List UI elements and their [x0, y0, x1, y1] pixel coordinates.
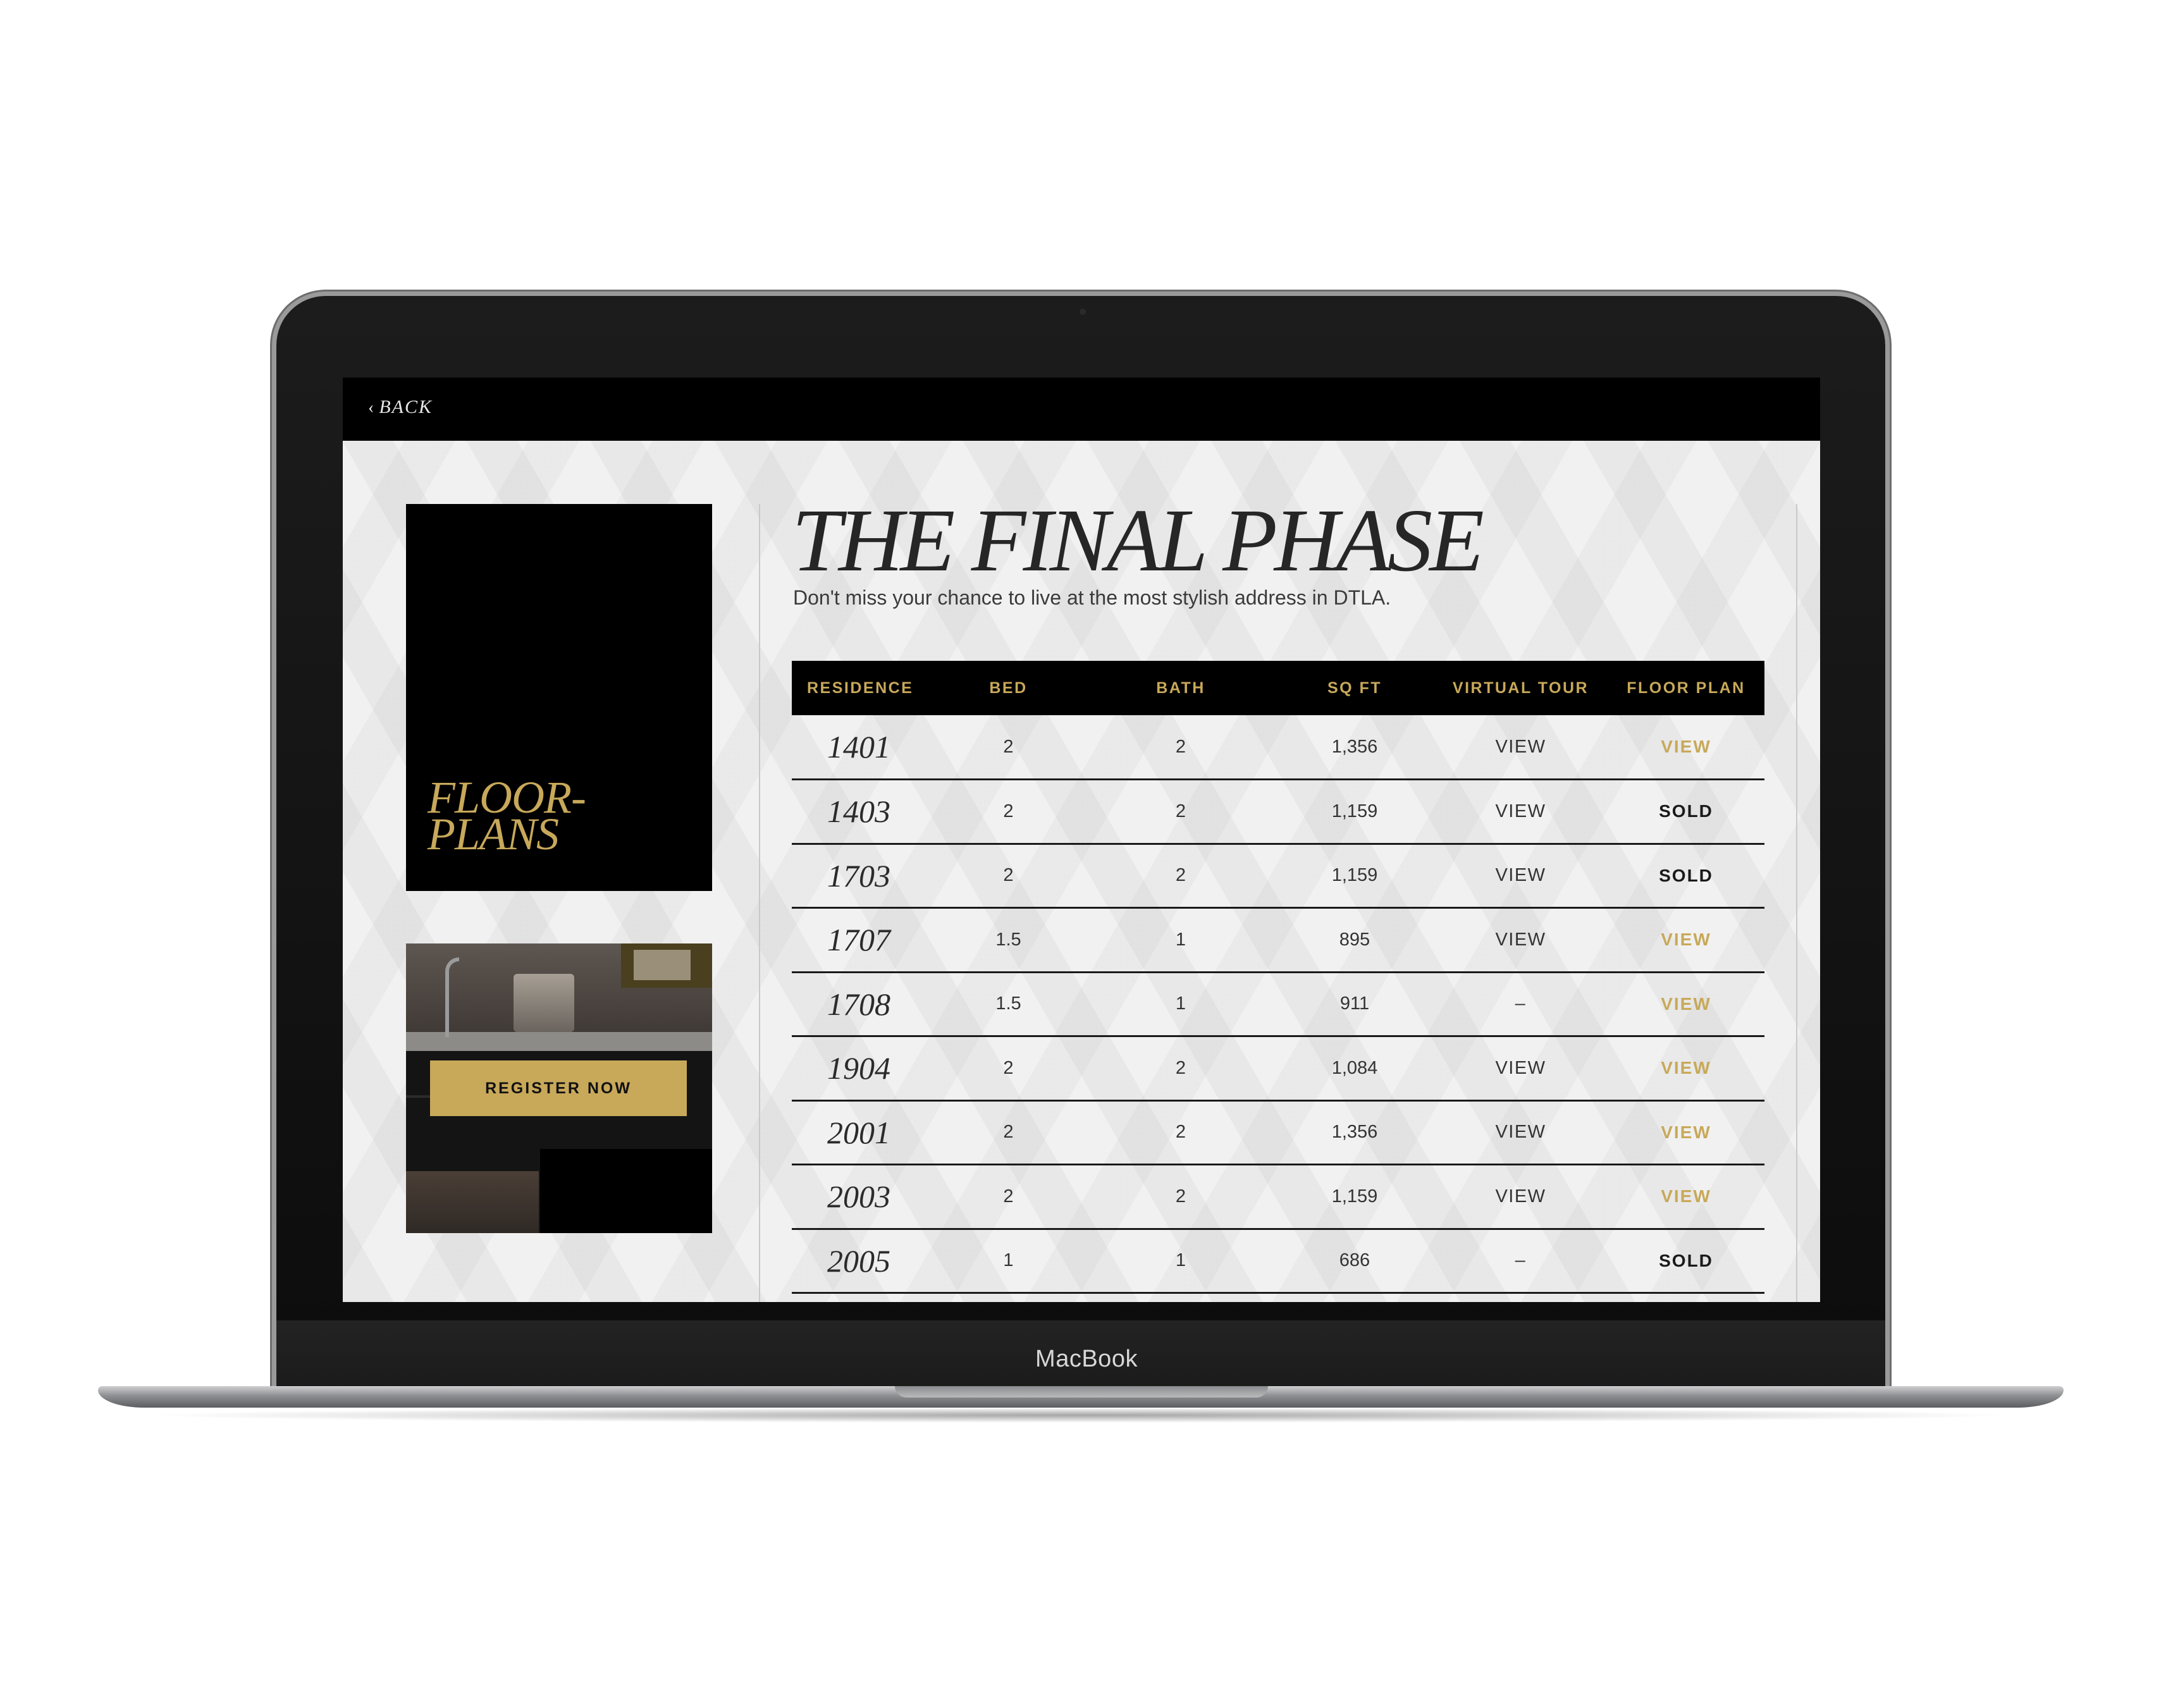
bed-count: 2 [931, 1036, 1086, 1102]
page-content: FLOOR- PLANS REGISTER NOW THE FINAL PHAS… [343, 441, 1820, 1302]
register-now-button[interactable]: REGISTER NOW [430, 1060, 687, 1116]
bath-count: 2 [1086, 1164, 1276, 1230]
bath-count: 2 [1086, 1100, 1276, 1165]
bed-count: 1.5 [931, 907, 1086, 973]
table-body: 1401 2 2 1,356 VIEW VIEW 1403 2 2 1,159 … [792, 715, 1764, 1294]
sqft-value: 895 [1276, 907, 1434, 973]
bath-count: 2 [1086, 715, 1276, 780]
floorplans-card: FLOOR- PLANS [406, 504, 712, 891]
browser-screen: ‹ BACK FLOOR- PLANS REGISTER NOW THE FIN… [343, 378, 1820, 1302]
table-row: 2003 2 2 1,159 VIEW VIEW [792, 1164, 1764, 1230]
register-card: REGISTER NOW [406, 943, 712, 1233]
bath-count: 1 [1086, 1229, 1276, 1294]
sqft-value: 1,356 [1276, 1100, 1434, 1165]
residence-table: RESIDENCE BED BATH SQ FT VIRTUAL TOUR FL… [792, 661, 1764, 1294]
bed-count: 2 [931, 1164, 1086, 1230]
header-residence: RESIDENCE [807, 679, 914, 697]
table-row: 2005 1 1 686 – SOLD [792, 1229, 1764, 1294]
bed-count: 2 [931, 844, 1086, 909]
bed-count: 2 [931, 715, 1086, 780]
virtual-tour-cell[interactable]: VIEW [1434, 1100, 1608, 1165]
floor-plan-cell[interactable]: VIEW [1608, 972, 1764, 1037]
divider-right [1796, 504, 1797, 1302]
page-title: THE FINAL PHASE [792, 490, 1484, 590]
header-bed: BED [989, 679, 1028, 697]
virtual-tour-cell[interactable]: VIEW [1434, 844, 1608, 909]
virtual-tour-cell[interactable]: VIEW [1434, 1164, 1608, 1230]
virtual-tour-cell[interactable]: VIEW [1434, 779, 1608, 845]
header-floor-plan: FLOOR PLAN [1627, 679, 1745, 697]
floor-plan-cell: SOLD [1608, 1229, 1764, 1294]
chevron-left-icon: ‹ [368, 398, 376, 417]
bath-count: 2 [1086, 1036, 1276, 1102]
header-bath: BATH [1156, 679, 1205, 697]
bath-count: 1 [1086, 907, 1276, 973]
residence-number: 1703 [792, 844, 931, 909]
floorplans-title: FLOOR- PLANS [428, 772, 586, 859]
virtual-tour-cell: – [1434, 972, 1608, 1037]
sqft-value: 1,159 [1276, 1164, 1434, 1230]
floor-plan-cell: SOLD [1608, 779, 1764, 845]
table-row: 1703 2 2 1,159 VIEW SOLD [792, 844, 1764, 909]
divider-left [759, 504, 760, 1302]
floor-plan-cell: SOLD [1608, 844, 1764, 909]
residence-number: 1707 [792, 907, 931, 973]
table-row: 1401 2 2 1,356 VIEW VIEW [792, 715, 1764, 780]
virtual-tour-cell: – [1434, 1229, 1608, 1294]
virtual-tour-cell[interactable]: VIEW [1434, 715, 1608, 780]
table-row: 1403 2 2 1,159 VIEW SOLD [792, 779, 1764, 845]
bath-count: 2 [1086, 844, 1276, 909]
camera-icon [1080, 309, 1086, 315]
virtual-tour-cell[interactable]: VIEW [1434, 907, 1608, 973]
bed-count: 1.5 [931, 972, 1086, 1037]
laptop-notch [895, 1386, 1268, 1398]
sqft-value: 911 [1276, 972, 1434, 1037]
header-virtual-tour: VIRTUAL TOUR [1452, 679, 1589, 697]
virtual-tour-cell[interactable]: VIEW [1434, 1036, 1608, 1102]
residence-number: 1904 [792, 1036, 931, 1102]
table-header-row: RESIDENCE BED BATH SQ FT VIRTUAL TOUR FL… [792, 661, 1764, 715]
residence-number: 1403 [792, 779, 931, 845]
bath-count: 1 [1086, 972, 1276, 1037]
sqft-value: 1,159 [1276, 844, 1434, 909]
back-label: BACK [379, 396, 433, 417]
sqft-value: 1,356 [1276, 715, 1434, 780]
floor-plan-cell[interactable]: VIEW [1608, 1100, 1764, 1165]
laptop-shadow [139, 1408, 2022, 1423]
residence-number: 2001 [792, 1100, 931, 1165]
bed-count: 2 [931, 1100, 1086, 1165]
residence-number: 1401 [792, 715, 931, 780]
table-row: 1707 1.5 1 895 VIEW VIEW [792, 907, 1764, 973]
bed-count: 1 [931, 1229, 1086, 1294]
floor-plan-cell[interactable]: VIEW [1608, 1164, 1764, 1230]
residence-number: 2003 [792, 1164, 931, 1230]
residence-number: 2005 [792, 1229, 931, 1294]
sqft-value: 686 [1276, 1229, 1434, 1294]
table-row: 1708 1.5 1 911 – VIEW [792, 972, 1764, 1037]
floor-plan-cell[interactable]: VIEW [1608, 907, 1764, 973]
header-sqft: SQ FT [1327, 679, 1382, 697]
laptop-brand-label: MacBook [1035, 1346, 1138, 1372]
page-subtitle: Don't miss your chance to live at the mo… [793, 586, 1391, 609]
sqft-value: 1,159 [1276, 779, 1434, 845]
back-link[interactable]: ‹ BACK [368, 396, 433, 418]
table-row: 1904 2 2 1,084 VIEW VIEW [792, 1036, 1764, 1102]
floor-plan-cell[interactable]: VIEW [1608, 1036, 1764, 1102]
bath-count: 2 [1086, 779, 1276, 845]
bed-count: 2 [931, 779, 1086, 845]
table-row: 2001 2 2 1,356 VIEW VIEW [792, 1100, 1764, 1165]
residence-number: 1708 [792, 972, 931, 1037]
floor-plan-cell[interactable]: VIEW [1608, 715, 1764, 780]
top-nav-bar: ‹ BACK [343, 378, 1820, 441]
sqft-value: 1,084 [1276, 1036, 1434, 1102]
